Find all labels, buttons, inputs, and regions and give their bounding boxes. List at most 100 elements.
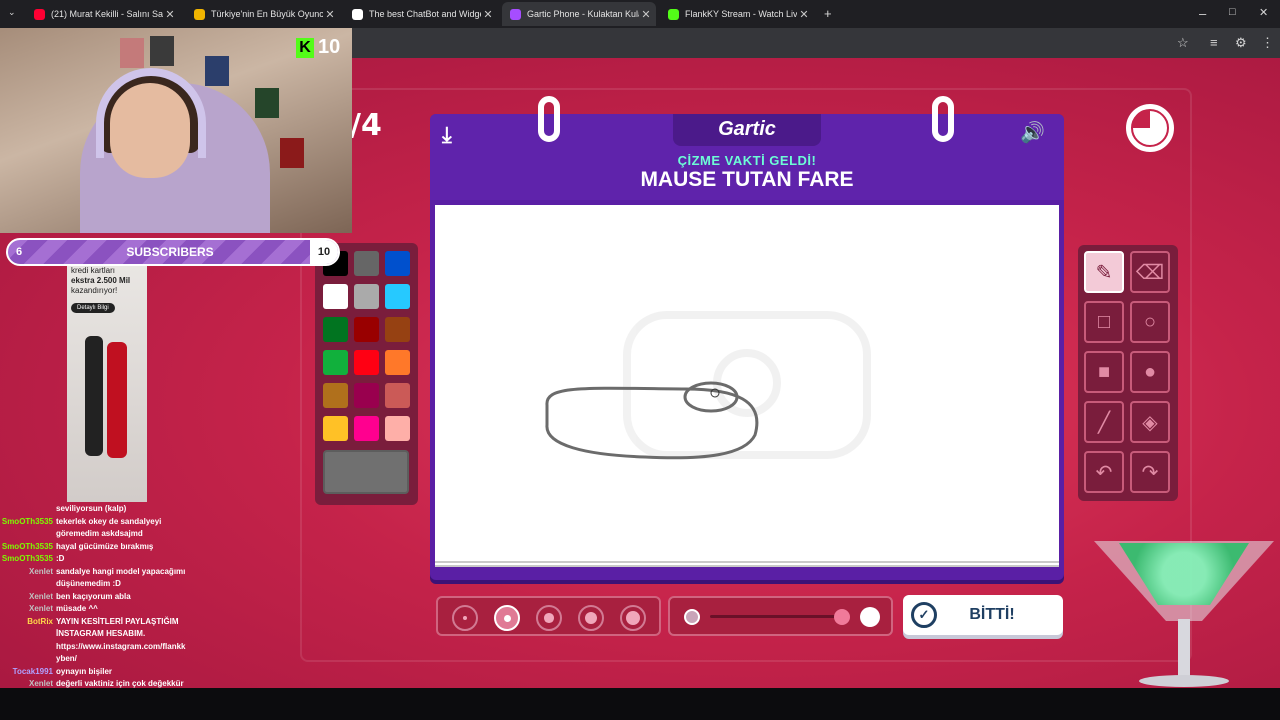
new-tab-button[interactable]: + bbox=[824, 6, 832, 21]
canvas-drawing bbox=[545, 311, 871, 460]
chat-username bbox=[0, 641, 56, 654]
sub-current: 6 bbox=[15, 246, 23, 258]
fill-icon: ◈ bbox=[1142, 411, 1158, 434]
line-tool[interactable]: ╱ bbox=[1084, 401, 1124, 443]
tab-close-icon[interactable]: ✕ bbox=[323, 8, 337, 21]
chat-text: göremedim askdsajmd bbox=[56, 529, 143, 538]
chat-message: SmoOTh3535:D bbox=[0, 553, 200, 566]
ellipse-tool[interactable]: ○ bbox=[1130, 301, 1170, 343]
notebook-ring-right bbox=[932, 96, 954, 142]
color-swatch[interactable] bbox=[354, 383, 379, 408]
bottom-bar bbox=[0, 688, 1280, 720]
done-button[interactable]: ✓ BİTTİ! bbox=[903, 595, 1063, 635]
tab-close-icon[interactable]: ✕ bbox=[163, 8, 177, 21]
tab-close-icon[interactable]: ✕ bbox=[481, 8, 495, 21]
pencil-tool[interactable]: ✎ bbox=[1084, 251, 1124, 293]
close-window-button[interactable]: ✕ bbox=[1259, 6, 1268, 19]
brush-size-dot-icon bbox=[503, 614, 511, 622]
sound-icon[interactable]: 🔊 bbox=[1020, 120, 1045, 145]
ad-details-button[interactable]: Detaylı Bilgi bbox=[71, 303, 115, 313]
rectangle-tool[interactable]: □ bbox=[1084, 301, 1124, 343]
opacity-slider[interactable] bbox=[668, 596, 893, 636]
slider-handle[interactable] bbox=[834, 609, 850, 625]
minimize-button[interactable]: – bbox=[1199, 6, 1206, 21]
brush-size-dot-icon bbox=[462, 615, 468, 621]
eraser-tool[interactable]: ⌫ bbox=[1130, 251, 1170, 293]
color-swatch[interactable] bbox=[354, 284, 379, 309]
chat-username bbox=[0, 628, 56, 641]
brush-size-option[interactable] bbox=[620, 605, 646, 631]
chat-message: yben/ bbox=[0, 653, 200, 666]
redo-tool[interactable]: ↷ bbox=[1130, 451, 1170, 493]
tab-title: FlankKY Stream - Watch Live on bbox=[685, 9, 797, 19]
extensions-icon[interactable]: ⚙ bbox=[1235, 35, 1247, 51]
tab-favicon-icon bbox=[668, 8, 679, 20]
media-controls-icon[interactable]: ≡ bbox=[1210, 35, 1218, 50]
glass-base bbox=[1139, 675, 1229, 687]
chat-username bbox=[0, 653, 56, 666]
subscriber-goal-bar: 6 SUBSCRIBERS 10 bbox=[6, 238, 340, 266]
slider-track bbox=[710, 615, 840, 618]
color-swatch[interactable] bbox=[385, 251, 410, 276]
notebook-ring-left bbox=[538, 96, 560, 142]
color-swatch[interactable] bbox=[354, 317, 379, 342]
chat-username: SmoOTh3535 bbox=[1, 541, 53, 551]
tab-search-icon[interactable]: ⌄ bbox=[8, 7, 16, 18]
color-swatch[interactable] bbox=[354, 350, 379, 375]
advertisement-banner: kredi kartları ekstra 2.500 Mil kazandır… bbox=[67, 266, 147, 502]
chat-text: hayal gücümüze bırakmış bbox=[56, 541, 154, 551]
draw-time-subtitle: ÇİZME VAKTİ GELDİ! bbox=[677, 153, 817, 168]
chat-text: tekerlek okey de sandalyeyi bbox=[56, 516, 162, 526]
color-swatch[interactable] bbox=[385, 317, 410, 342]
maximize-button[interactable]: □ bbox=[1229, 6, 1236, 18]
chat-message: SmoOTh3535 hayal gücümüze bırakmış bbox=[0, 541, 200, 554]
color-swatch[interactable] bbox=[323, 416, 348, 441]
chat-username: Xenlet bbox=[28, 604, 53, 613]
color-swatch[interactable] bbox=[323, 383, 348, 408]
browser-menu-icon[interactable]: ⋮ bbox=[1261, 35, 1274, 51]
notebook-header: Gartic ⤓ 🔊 ÇİZME VAKTİ GELDİ! MAUSE TUTA… bbox=[430, 114, 1064, 200]
browser-tab[interactable]: FlankKY Stream - Watch Live on✕ bbox=[660, 4, 814, 24]
drawing-canvas[interactable] bbox=[435, 205, 1059, 567]
color-swatch[interactable] bbox=[354, 416, 379, 441]
glass-stem bbox=[1178, 619, 1190, 679]
browser-tab-bar: ⌄ (21) Murat Kekilli - Salını Sa ✕ Türkiye… bbox=[0, 0, 1280, 28]
chat-message: Xenlet ben kaçıyorum abla bbox=[0, 591, 200, 604]
tab-favicon-icon bbox=[510, 8, 521, 20]
color-swatch[interactable] bbox=[323, 284, 348, 309]
color-swatch[interactable] bbox=[354, 251, 379, 276]
browser-tab[interactable]: Türkiye'nin En Büyük Oyuncu D✕ bbox=[186, 4, 340, 24]
check-icon: ✓ bbox=[911, 602, 937, 628]
wall-poster bbox=[280, 138, 304, 168]
glass-balls bbox=[1119, 543, 1249, 605]
chat-message: BotRix YAYIN KESİTLERİ PAYLAŞTIĞIM bbox=[0, 616, 200, 629]
color-swatch[interactable] bbox=[385, 350, 410, 375]
eraser-icon: ⌫ bbox=[1135, 261, 1165, 284]
color-swatch[interactable] bbox=[323, 350, 348, 375]
brush-size-option[interactable] bbox=[536, 605, 562, 631]
tab-close-icon[interactable]: ✕ bbox=[797, 8, 811, 21]
chat-message: İNSTAGRAM HESABIM. bbox=[0, 628, 200, 641]
chat-message: Tocak1991 oynayın bişiler bbox=[0, 666, 200, 679]
filled-ellipse-tool[interactable]: ● bbox=[1130, 351, 1170, 393]
bookmark-star-icon[interactable]: ☆ bbox=[1177, 35, 1189, 51]
kick-logo-icon: K bbox=[296, 37, 314, 58]
download-icon[interactable]: ⤓ bbox=[442, 122, 452, 148]
color-swatch[interactable] bbox=[385, 284, 410, 309]
brush-size-option[interactable] bbox=[494, 605, 520, 631]
chat-text: yben/ bbox=[56, 654, 77, 663]
browser-tab[interactable]: Gartic Phone - Kulaktan Kulağa✕ bbox=[502, 2, 656, 26]
filled-rectangle-tool[interactable]: ■ bbox=[1084, 351, 1124, 393]
color-swatch[interactable] bbox=[323, 317, 348, 342]
brush-size-option[interactable] bbox=[578, 605, 604, 631]
browser-tab[interactable]: The best ChatBot and Widgets ✕ bbox=[344, 4, 498, 24]
undo-tool[interactable]: ↶ bbox=[1084, 451, 1124, 493]
tab-title: The best ChatBot and Widgets bbox=[369, 9, 481, 19]
brush-size-option[interactable] bbox=[452, 605, 478, 631]
browser-tab[interactable]: (21) Murat Kekilli - Salını Sa ✕ bbox=[26, 4, 180, 24]
color-swatch[interactable] bbox=[385, 416, 410, 441]
fill-tool[interactable]: ◈ bbox=[1130, 401, 1170, 443]
tab-close-icon[interactable]: ✕ bbox=[639, 8, 653, 21]
color-swatch[interactable] bbox=[385, 383, 410, 408]
chat-text: https://www.instagram.com/flankk bbox=[56, 641, 186, 651]
